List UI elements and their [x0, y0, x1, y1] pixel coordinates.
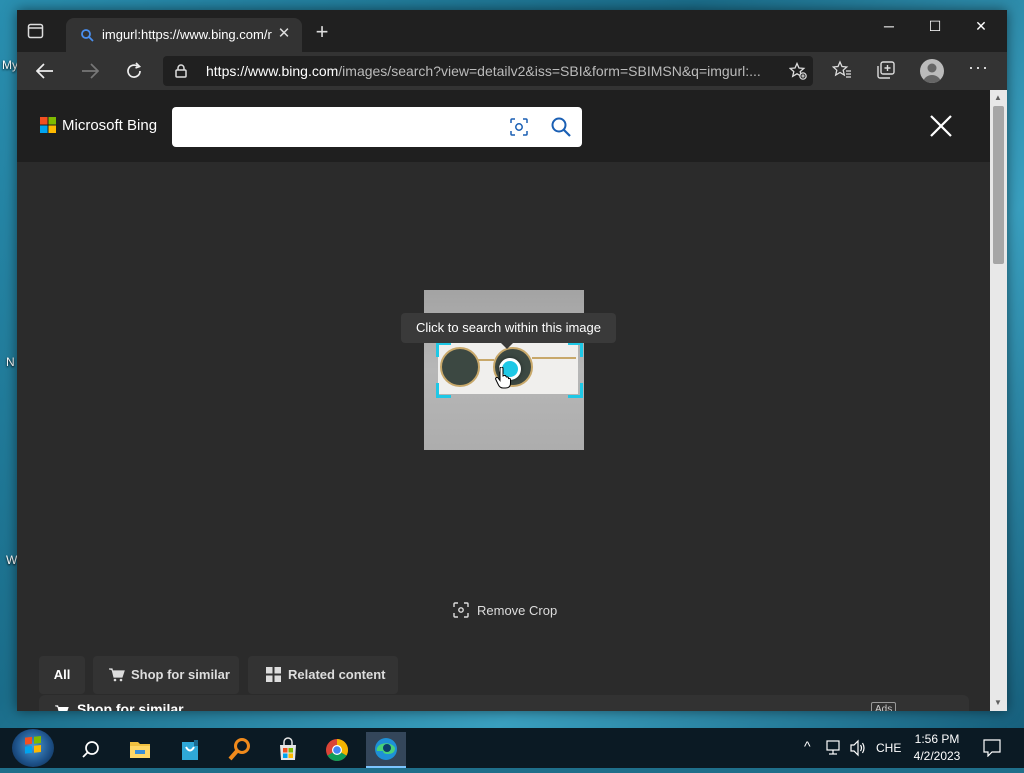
clock-time: 1:56 PM	[914, 732, 960, 746]
scroll-thumb[interactable]	[993, 106, 1004, 264]
search-input[interactable]	[184, 115, 498, 139]
browser-window: imgurl:https://www.bing.com/rp/... ✕ + ─…	[17, 10, 1007, 711]
scroll-up-icon[interactable]: ▲	[994, 93, 1002, 102]
chrome-icon[interactable]	[317, 732, 357, 768]
crop-handle-bottom-right[interactable]	[568, 383, 583, 398]
remove-crop-label: Remove Crop	[477, 603, 558, 618]
clock-date: 4/2/2023	[913, 749, 961, 763]
browser-tab[interactable]: imgurl:https://www.bing.com/rp/... ✕	[66, 18, 302, 52]
ads-badge: Ads	[871, 702, 897, 711]
clock[interactable]: 1:56 PM 4/2/2023	[905, 732, 969, 763]
tab-close-icon[interactable]: ✕	[274, 24, 294, 44]
taskbar: ^ CHE 1:56 PM 4/2/2023	[0, 728, 1024, 768]
address-bar[interactable]: https://www.bing.com/images/search?view=…	[163, 56, 813, 86]
crop-handle-top-right[interactable]	[568, 342, 583, 357]
tab-all[interactable]: All	[39, 656, 85, 694]
microsoft-store-icon[interactable]	[268, 732, 308, 768]
close-viewer-icon[interactable]	[929, 114, 953, 143]
more-options-icon[interactable]: ···	[968, 57, 989, 78]
tab-shop-for-similar[interactable]: Shop for similar	[93, 656, 239, 694]
notifications-icon[interactable]	[983, 739, 1001, 762]
close-window-button[interactable]: ✕	[958, 10, 1004, 42]
desktop-label[interactable]: N	[6, 355, 15, 369]
search-app-icon[interactable]	[219, 732, 259, 768]
browser-toolbar: https://www.bing.com/images/search?view=…	[17, 52, 1007, 90]
bing-page: Microsoft Bing Click to search within th…	[17, 90, 990, 711]
shop-panel: Shop for similar Ads	[39, 695, 969, 711]
bing-logo-text[interactable]: Microsoft Bing	[62, 117, 157, 134]
tab-shop-label: Shop for similar	[131, 667, 230, 682]
desktop-label[interactable]: My	[2, 58, 18, 72]
minimize-button[interactable]: ─	[866, 10, 912, 42]
file-explorer-icon[interactable]	[120, 732, 160, 768]
crop-icon	[453, 602, 469, 618]
new-tab-icon[interactable]: +	[311, 21, 333, 44]
search-icon[interactable]	[550, 116, 572, 143]
search-box[interactable]	[172, 107, 582, 147]
crop-handle-bottom-left[interactable]	[436, 383, 451, 398]
hotspot-tooltip: Click to search within this image	[401, 313, 616, 349]
windows-logo-icon	[25, 735, 41, 754]
profile-avatar-icon[interactable]	[920, 59, 944, 83]
store-bag-icon[interactable]	[170, 732, 210, 768]
forward-icon[interactable]	[74, 56, 106, 86]
collections-icon[interactable]	[876, 60, 898, 82]
url-text[interactable]: https://www.bing.com/images/search?view=…	[206, 63, 766, 79]
tab-related-content[interactable]: Related content	[248, 656, 398, 694]
title-bar: imgurl:https://www.bing.com/rp/... ✕ + ─…	[17, 10, 1007, 52]
hand-cursor-icon	[495, 366, 511, 394]
desktop-label[interactable]: W	[6, 553, 17, 567]
favorites-icon[interactable]	[831, 60, 854, 82]
start-button[interactable]	[12, 729, 54, 767]
crop-handle-top-left[interactable]	[436, 342, 451, 357]
tab-actions-icon[interactable]	[27, 23, 45, 39]
edge-icon[interactable]	[366, 732, 406, 768]
search-favicon-icon	[80, 28, 94, 42]
visual-search-icon[interactable]	[509, 117, 529, 142]
lock-icon[interactable]	[175, 64, 187, 83]
grid-icon	[266, 667, 281, 682]
image-viewer: Click to search within this image Remove…	[17, 162, 990, 642]
bing-header: Microsoft Bing	[17, 90, 990, 162]
cart-icon	[109, 668, 125, 682]
back-icon[interactable]	[29, 56, 61, 86]
volume-icon[interactable]	[849, 739, 867, 762]
language-indicator[interactable]: CHE	[876, 741, 901, 755]
microsoft-logo-icon[interactable]	[40, 117, 56, 133]
shop-panel-title: Shop for similar	[77, 701, 184, 711]
network-icon[interactable]	[826, 740, 844, 761]
tab-related-label: Related content	[288, 667, 386, 682]
vertical-scrollbar[interactable]: ▲ ▼	[990, 90, 1007, 711]
scroll-down-icon[interactable]: ▼	[994, 698, 1002, 707]
refresh-icon[interactable]	[118, 56, 150, 86]
cart-icon	[55, 705, 69, 711]
tray-chevron-icon[interactable]: ^	[804, 738, 811, 754]
sunglasses-bridge	[478, 359, 494, 361]
add-favorite-icon[interactable]	[788, 61, 807, 85]
maximize-button[interactable]: ☐	[912, 10, 958, 42]
tab-title: imgurl:https://www.bing.com/rp/...	[102, 27, 272, 42]
tab-all-label: All	[53, 667, 71, 682]
taskbar-search-icon[interactable]	[70, 732, 110, 768]
sunglasses-temple	[532, 357, 576, 359]
